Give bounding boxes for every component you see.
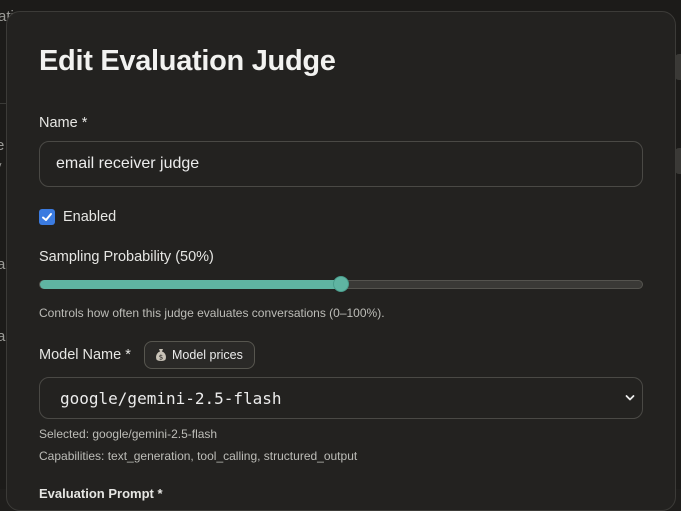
chevron-down-icon bbox=[625, 395, 635, 401]
model-select[interactable]: google/gemini-2.5-flash bbox=[39, 377, 643, 419]
background-text-fragment: a bbox=[0, 256, 6, 273]
background-text-fragment: e bbox=[0, 137, 5, 154]
edit-judge-modal: Edit Evaluation Judge Name * Enabled Sam… bbox=[6, 11, 676, 511]
evaluation-prompt-label: Evaluation Prompt * bbox=[39, 486, 163, 501]
sampling-probability-label: Sampling Probability (50%) bbox=[39, 249, 214, 265]
svg-text:$: $ bbox=[159, 354, 163, 362]
money-bag-icon: $ bbox=[156, 349, 166, 362]
selected-model-text: Selected: google/gemini-2.5-flash bbox=[39, 427, 218, 441]
checkmark-icon bbox=[42, 213, 52, 221]
model-select-value: google/gemini-2.5-flash bbox=[60, 388, 282, 408]
sampling-helper-text: Controls how often this judge evaluates … bbox=[39, 306, 385, 320]
name-field-label: Name * bbox=[39, 115, 88, 131]
sampling-slider-fill bbox=[40, 280, 342, 289]
background-text-fragment: a bbox=[0, 328, 6, 345]
background-text-fragment: v bbox=[0, 160, 2, 172]
modal-title: Edit Evaluation Judge bbox=[39, 45, 336, 77]
sampling-slider-thumb[interactable] bbox=[333, 276, 349, 292]
name-input[interactable] bbox=[39, 141, 643, 187]
enabled-label: Enabled bbox=[63, 209, 117, 225]
model-prices-button-label: Model prices bbox=[172, 348, 243, 362]
model-prices-button[interactable]: $ Model prices bbox=[144, 341, 255, 369]
model-name-label: Model Name * bbox=[39, 347, 131, 363]
model-capabilities-text: Capabilities: text_generation, tool_call… bbox=[39, 449, 358, 463]
enabled-checkbox[interactable] bbox=[39, 209, 55, 225]
